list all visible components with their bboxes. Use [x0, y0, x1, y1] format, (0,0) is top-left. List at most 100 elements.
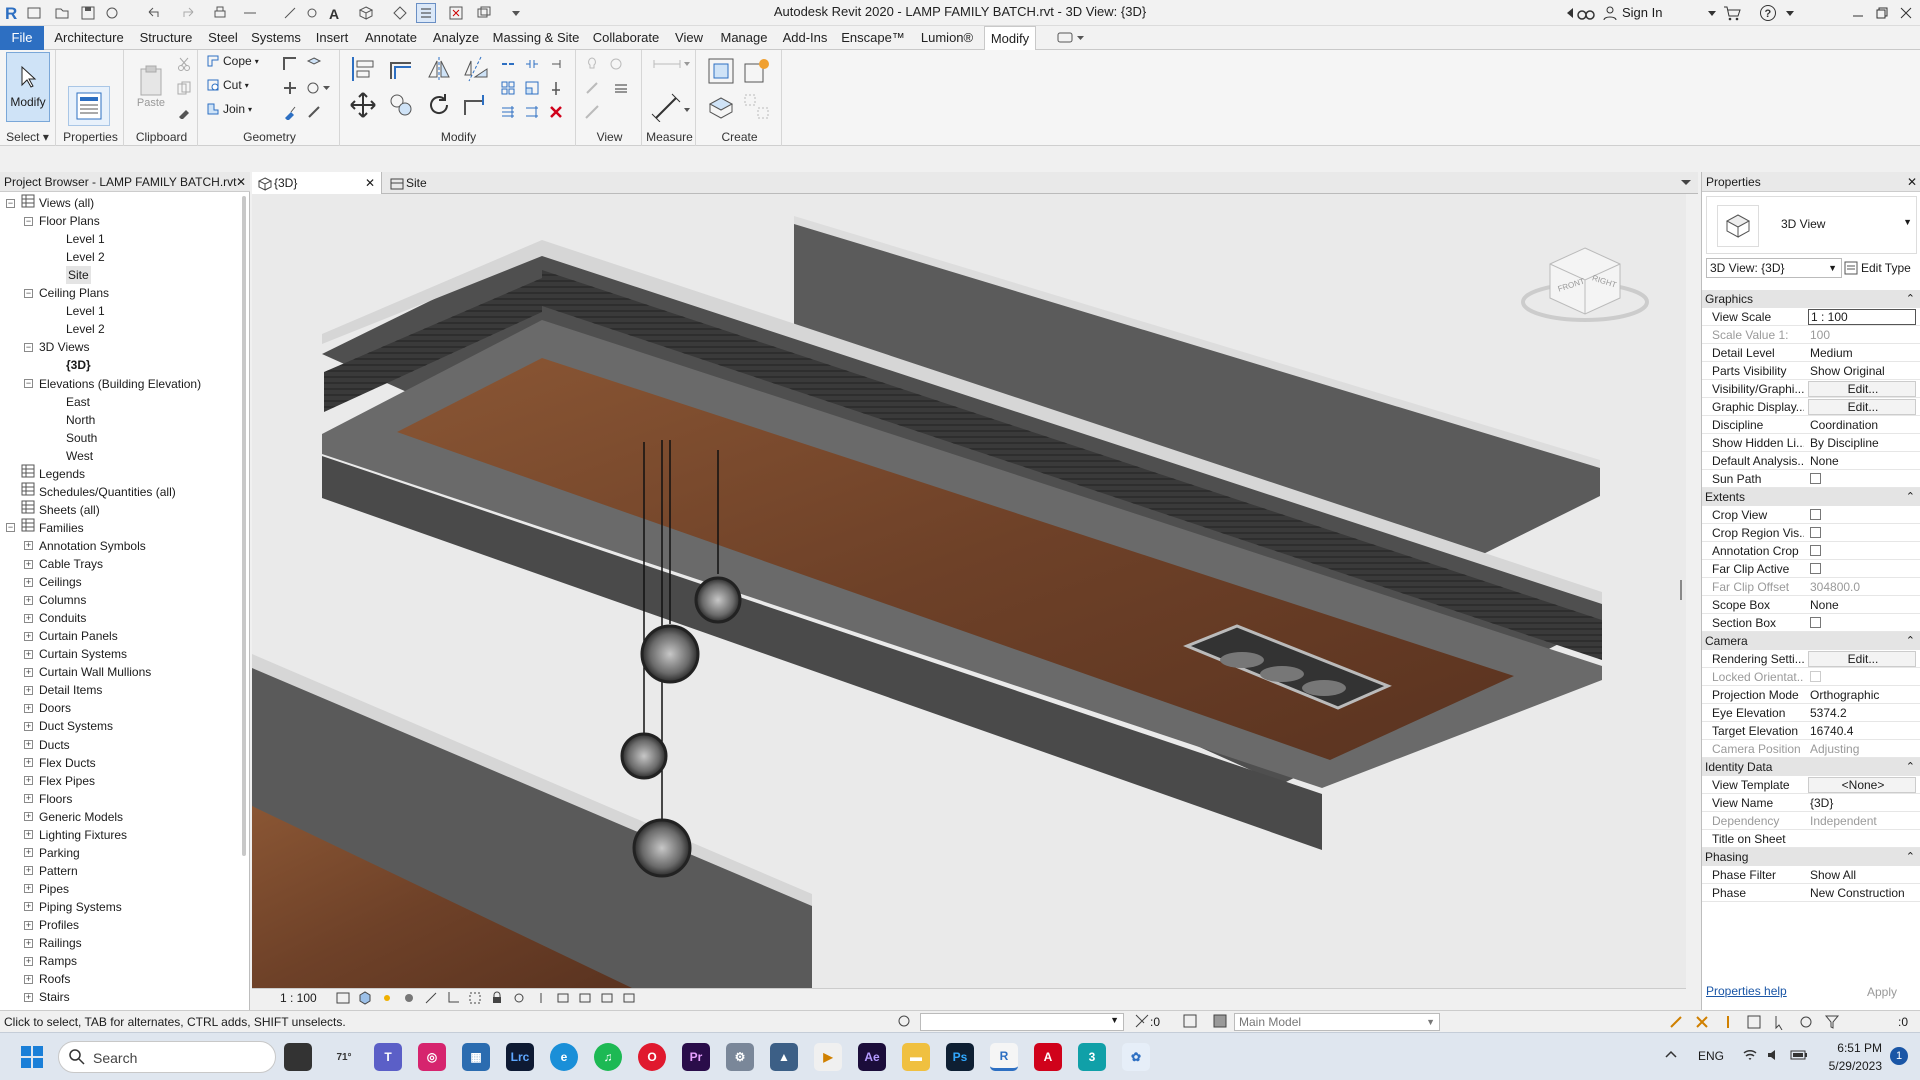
collapse-group-icon[interactable]: ⌃ — [1906, 632, 1915, 650]
expand-toggle-icon[interactable]: + — [24, 703, 33, 713]
browser-item[interactable]: Legends — [6, 464, 85, 483]
customize-qat-icon[interactable] — [506, 3, 526, 23]
tab-architecture[interactable]: Architecture — [52, 26, 126, 50]
select-pinned-icon[interactable] — [1720, 1014, 1736, 1030]
rendering-icon[interactable] — [424, 991, 438, 1005]
unpin-icon[interactable] — [546, 54, 566, 74]
tool-app-icon[interactable]: ⚙ — [726, 1043, 754, 1071]
lightroom-classic-icon[interactable]: Lrc — [506, 1043, 534, 1071]
pendant-lamp-4[interactable] — [632, 818, 692, 878]
property-value[interactable]: Orthographic — [1808, 686, 1916, 704]
split-element-icon[interactable] — [498, 54, 518, 74]
reveal-constraints-icon[interactable] — [622, 991, 636, 1005]
app-icon-extra[interactable]: ✿ — [1122, 1043, 1150, 1071]
instance-selector[interactable]: 3D View: {3D} ▼ — [1706, 258, 1842, 278]
tab-site-view[interactable]: Site — [384, 172, 494, 194]
property-value[interactable]: None — [1808, 596, 1916, 614]
browser-item[interactable]: − Floor Plans — [24, 212, 100, 230]
property-value[interactable]: 304800.0 — [1808, 578, 1916, 596]
tab-massing-site[interactable]: Massing & Site — [490, 26, 582, 50]
tab-add-ins[interactable]: Add-Ins — [780, 26, 830, 50]
property-checkbox[interactable] — [1808, 542, 1916, 560]
property-value[interactable]: 5374.2 — [1808, 704, 1916, 722]
expand-toggle-icon[interactable]: + — [24, 866, 33, 876]
property-value[interactable]: By Discipline — [1808, 434, 1916, 452]
property-edit-button[interactable]: Edit... — [1808, 399, 1916, 415]
detail-level-icon[interactable] — [336, 991, 350, 1005]
copy-icon[interactable] — [174, 78, 194, 98]
tab-lumion[interactable]: Lumion® — [914, 26, 980, 50]
property-value[interactable]: Independent — [1808, 812, 1916, 830]
expand-toggle-icon[interactable]: + — [24, 577, 33, 587]
background-process-icon[interactable] — [1798, 1014, 1814, 1030]
browser-item[interactable]: North — [44, 411, 95, 429]
volume-icon[interactable] — [1766, 1047, 1782, 1063]
property-value[interactable]: Show Original — [1808, 362, 1916, 380]
property-checkbox[interactable] — [1808, 614, 1916, 632]
lock-view-icon[interactable] — [490, 991, 504, 1005]
close-icon[interactable] — [1896, 3, 1916, 23]
browser-item[interactable]: + Ducts — [24, 736, 70, 754]
browser-item[interactable]: Level 1 — [44, 230, 105, 248]
expand-toggle-icon[interactable]: + — [24, 667, 33, 677]
sign-in-link[interactable]: Sign In — [1622, 5, 1662, 20]
taskbar-search[interactable]: Search — [58, 1041, 276, 1073]
pendant-lamp-1[interactable] — [694, 576, 742, 624]
browser-item[interactable]: + Cable Trays — [24, 555, 103, 573]
property-edit-button[interactable]: <None> — [1808, 777, 1916, 793]
viewport-splitter[interactable] — [1680, 580, 1682, 600]
dimension-icon[interactable] — [280, 3, 300, 23]
binoculars-icon[interactable] — [1576, 3, 1596, 23]
shadows-icon[interactable] — [402, 991, 416, 1005]
scale-icon[interactable] — [522, 78, 542, 98]
wall-joins-icon[interactable] — [280, 54, 300, 74]
browser-item[interactable]: + Piping Systems — [24, 898, 122, 916]
workset-dropdown[interactable]: ▼ — [920, 1013, 1124, 1031]
mirror-draw-axis-icon[interactable] — [458, 52, 492, 86]
help-dropdown-icon[interactable] — [1780, 3, 1800, 23]
browser-item[interactable]: {3D} — [44, 356, 91, 374]
expand-toggle-icon[interactable]: + — [24, 595, 33, 605]
close-browser-icon[interactable]: ✕ — [236, 172, 246, 192]
property-edit-button[interactable]: Edit... — [1808, 381, 1916, 397]
thin-lines-toggle-icon[interactable] — [606, 78, 636, 98]
filter-selection-icon[interactable] — [1134, 1013, 1150, 1032]
edit-type-button[interactable]: Edit Type — [1844, 258, 1920, 278]
folder-open-icon[interactable] — [52, 3, 72, 23]
crop-view-icon[interactable] — [446, 991, 460, 1005]
property-group-header[interactable]: Identity Data ⌃ — [1702, 758, 1920, 776]
browser-item[interactable]: + Flex Pipes — [24, 772, 95, 790]
property-value[interactable]: Coordination — [1808, 416, 1916, 434]
property-group-header[interactable]: Phasing ⌃ — [1702, 848, 1920, 866]
property-checkbox[interactable] — [1808, 470, 1916, 488]
tab-manage[interactable]: Manage — [716, 26, 772, 50]
properties-button[interactable] — [68, 86, 110, 126]
browser-item[interactable]: − Families — [6, 518, 84, 537]
redo-icon[interactable] — [178, 3, 198, 23]
cart-icon[interactable] — [1722, 3, 1742, 23]
open-icon[interactable] — [24, 3, 44, 23]
collapse-toggle-icon[interactable]: − — [24, 216, 33, 226]
browser-item[interactable]: + Curtain Systems — [24, 645, 127, 663]
property-value[interactable]: 1 : 100 — [1808, 309, 1916, 325]
aligned-dimension-icon[interactable] — [648, 90, 692, 124]
tag-icon[interactable] — [302, 3, 322, 23]
override-graphics-icon[interactable] — [582, 54, 602, 74]
help-icon[interactable]: ? — [1758, 3, 1778, 23]
tab-insert[interactable]: Insert — [312, 26, 352, 50]
viewcube[interactable]: FRONT RIGHT — [1520, 246, 1650, 336]
move-icon[interactable] — [346, 88, 380, 122]
browser-item[interactable]: Site — [44, 266, 91, 285]
property-value[interactable]: Medium — [1808, 344, 1916, 362]
undo-icon[interactable] — [144, 3, 164, 23]
3d-viewport[interactable]: FRONT RIGHT — [252, 194, 1686, 988]
apply-button[interactable]: Apply — [1850, 982, 1914, 1002]
mirror-pick-axis-icon[interactable] — [422, 52, 456, 86]
tab-modify[interactable]: Modify — [984, 26, 1036, 51]
collapse-toggle-icon[interactable]: − — [24, 342, 33, 352]
minimize-icon[interactable] — [1848, 3, 1868, 23]
section-icon[interactable] — [390, 3, 410, 23]
split-gap-icon[interactable] — [522, 54, 542, 74]
offset-icon[interactable] — [384, 52, 418, 86]
weather-widget[interactable]: 71° — [330, 1043, 358, 1071]
